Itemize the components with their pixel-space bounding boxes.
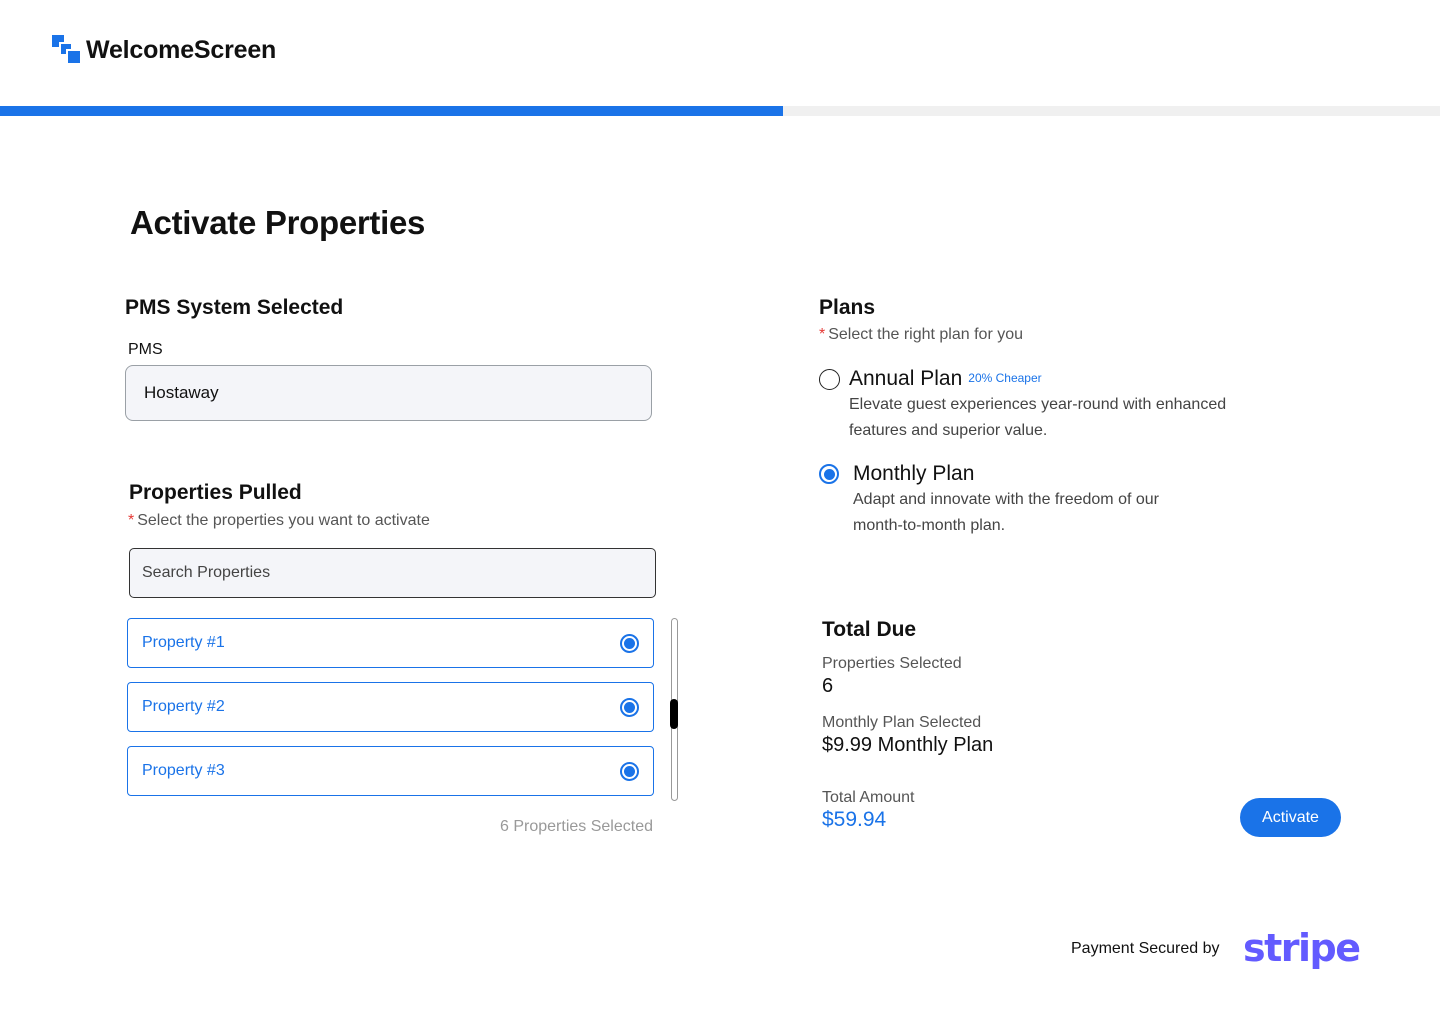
plans-hint-text: Select the right plan for you [828, 326, 1024, 343]
selected-count: 6 Properties Selected [500, 818, 653, 835]
property-label: Property #2 [142, 698, 225, 715]
plan-name-text: Annual Plan [849, 367, 963, 390]
radio-selected-icon[interactable] [620, 633, 639, 653]
properties-hint: * Select the properties you want to activ… [128, 512, 430, 530]
search-properties-input[interactable] [129, 548, 656, 598]
payment-secured-text: Payment Secured by [1071, 940, 1220, 957]
plan-badge: 20% Cheaper [968, 371, 1042, 385]
plan-name: Monthly Plan [853, 462, 974, 486]
progress-fill [0, 106, 784, 116]
property-item[interactable]: Property #1 [127, 618, 654, 668]
brand-logo[interactable]: WelcomeScreen [52, 35, 276, 65]
required-mark: * [128, 512, 135, 529]
plan-selected-label: Monthly Plan Selected [822, 714, 982, 731]
properties-selected-label: Properties Selected [822, 655, 962, 672]
plan-description-line: features and superior value. [849, 422, 1048, 439]
header: WelcomeScreen [0, 0, 1440, 106]
plan-description-line: Elevate guest experiences year-round wit… [849, 396, 1227, 413]
pms-field[interactable]: Hostaway [125, 365, 652, 421]
activate-button[interactable]: Activate [1240, 798, 1341, 837]
plan-name: Annual Plan 20% Cheaper [849, 367, 1042, 391]
plan-description: Adapt and innovate with the freedom of o… [853, 487, 1159, 539]
property-label: Property #3 [142, 762, 225, 779]
property-item[interactable]: Property #2 [127, 682, 654, 732]
radio-unselected-icon[interactable] [819, 369, 840, 390]
plans-section-title: Plans [819, 296, 876, 319]
progress-bar [0, 106, 1440, 116]
plan-description: Elevate guest experiences year-round wit… [849, 392, 1226, 444]
total-amount-label: Total Amount [822, 789, 915, 806]
brand-name: WelcomeScreen [86, 35, 277, 64]
properties-selected-value: 6 [822, 675, 834, 697]
plan-name-text: Monthly Plan [853, 462, 975, 485]
radio-selected-icon[interactable] [819, 464, 839, 484]
required-mark: * [819, 326, 826, 343]
plan-description-line: month-to-month plan. [853, 517, 1006, 534]
plan-description-line: Adapt and innovate with the freedom of o… [853, 491, 1159, 508]
total-amount-value: $59.94 [822, 808, 887, 831]
plan-selected-value: $9.99 Monthly Plan [822, 734, 994, 756]
property-item[interactable]: Property #3 [127, 746, 654, 796]
radio-selected-icon[interactable] [620, 697, 639, 717]
pms-value: Hostaway [144, 383, 219, 402]
property-label: Property #1 [142, 634, 225, 651]
pms-section-title: PMS System Selected [125, 296, 344, 319]
pms-field-label: PMS [128, 341, 163, 358]
logo-icon [52, 35, 82, 65]
page-title: Activate Properties [130, 204, 426, 241]
properties-section-title: Properties Pulled [129, 481, 302, 504]
scrollbar-thumb[interactable] [670, 699, 678, 729]
plans-hint: * Select the right plan for you [819, 326, 1023, 344]
radio-selected-icon[interactable] [620, 761, 639, 781]
stripe-logo: stripe [1243, 926, 1361, 970]
properties-hint-text: Select the properties you want to activa… [137, 512, 430, 529]
total-due-title: Total Due [822, 618, 917, 641]
